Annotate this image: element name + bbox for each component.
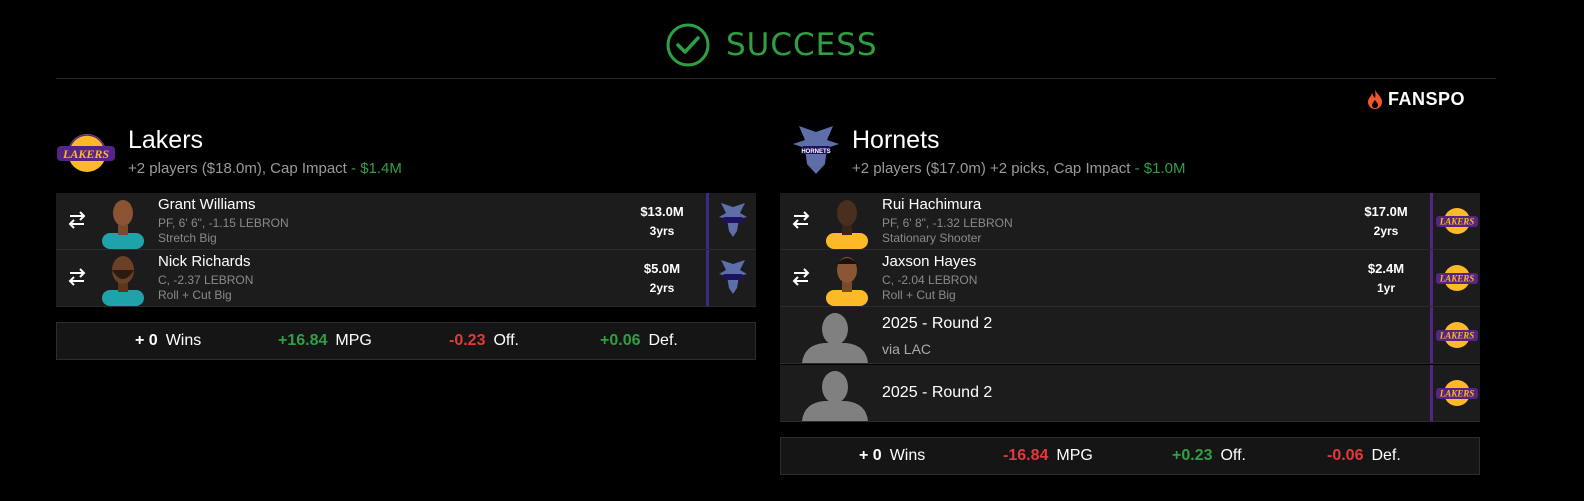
trade-asset-row[interactable]: Jaxson Hayes C, -2.04 LEBRON Roll + Cut …	[780, 250, 1480, 307]
team-summary-hornets: +2 players ($17.0m) +2 picks, Cap Impact…	[852, 160, 1186, 177]
stat-wins: + 0 Wins	[859, 447, 926, 464]
lakers-logo: LAKERS	[57, 134, 115, 172]
fanspo-logo[interactable]: FANSPO	[1366, 88, 1465, 110]
hornets-logo: HORNETS	[793, 126, 839, 174]
player-details: C, -2.37 LEBRON	[158, 273, 254, 287]
contract-years: 3yrs	[649, 224, 675, 238]
svg-text:LAKERS: LAKERS	[1439, 389, 1475, 399]
player-headshot	[826, 200, 868, 249]
contract-years: 2yrs	[1373, 224, 1399, 238]
pick-via: via LAC	[882, 341, 932, 357]
impact-summary: + 0 Wins +16.84 MPG -0.23 Off. +0.06 Def.	[56, 322, 756, 360]
team-name-lakers: Lakers	[128, 126, 204, 154]
player-role: Stretch Big	[158, 231, 217, 245]
cap-impact-lakers: - $1.4M	[351, 160, 402, 177]
impact-summary: + 0 Wins -16.84 MPG +0.23 Off. -0.06 Def.	[780, 437, 1480, 475]
contract-years: 2yrs	[649, 281, 675, 295]
player-role: Roll + Cut Big	[158, 288, 232, 302]
check-circle-icon	[666, 23, 710, 67]
player-role: Stationary Shooter	[882, 231, 982, 245]
trade-asset-row[interactable]: Rui Hachimura PF, 6' 8", -1.32 LEBRON St…	[780, 193, 1480, 250]
player-salary: $17.0M	[1364, 204, 1408, 219]
player-name[interactable]: Jaxson Hayes	[882, 253, 976, 270]
svg-text:LAKERS: LAKERS	[1439, 217, 1475, 227]
player-salary: $2.4M	[1367, 261, 1405, 276]
stat-def: +0.06 Def.	[600, 332, 678, 349]
player-salary: $5.0M	[643, 261, 681, 276]
player-details: C, -2.04 LEBRON	[882, 273, 978, 287]
destination-team[interactable]	[706, 193, 757, 249]
hornets-logo	[719, 203, 747, 237]
stat-mpg: +16.84 MPG	[278, 332, 372, 349]
player-headshot	[102, 256, 144, 306]
flame-icon	[1368, 89, 1382, 109]
trade-asset-row[interactable]: Nick Richards C, -2.37 LEBRON Roll + Cut…	[56, 250, 756, 307]
destination-team[interactable]: LAKERS	[1430, 365, 1481, 421]
player-name[interactable]: Nick Richards	[158, 253, 251, 270]
lakers-logo: LAKERS	[1436, 208, 1478, 234]
hornets-logo	[719, 260, 747, 294]
swap-icon[interactable]	[790, 267, 812, 287]
silhouette-icon	[802, 313, 868, 363]
silhouette-icon	[802, 371, 868, 421]
player-details: PF, 6' 8", -1.32 LEBRON	[882, 216, 1013, 230]
stat-off: -0.23 Off.	[449, 332, 519, 349]
stat-mpg: -16.84 MPG	[1003, 447, 1093, 464]
svg-text:LAKERS: LAKERS	[62, 147, 109, 161]
contract-years: 1yr	[1376, 281, 1396, 295]
pick-name: 2025 - Round 2	[882, 315, 993, 332]
draft-pick-row[interactable]: 2025 - Round 2 LAKERS	[780, 365, 1480, 422]
success-label: SUCCESS	[726, 27, 878, 63]
svg-text:HORNETS: HORNETS	[801, 149, 830, 155]
brand-label: FANSPO	[1388, 88, 1466, 109]
destination-team[interactable]	[706, 250, 757, 306]
team-summary-lakers: +2 players ($18.0m), Cap Impact - $1.4M	[128, 160, 402, 177]
player-headshot	[826, 257, 868, 306]
player-name[interactable]: Rui Hachimura	[882, 196, 981, 213]
draft-pick-row[interactable]: 2025 - Round 2 via LAC LAKERS	[780, 307, 1480, 364]
destination-team[interactable]: LAKERS	[1430, 307, 1481, 363]
lakers-logo: LAKERS	[1436, 322, 1478, 348]
cap-impact-hornets: - $1.0M	[1134, 160, 1186, 177]
header-divider	[56, 78, 1496, 79]
player-details: PF, 6' 6", -1.15 LEBRON	[158, 216, 289, 230]
svg-text:LAKERS: LAKERS	[1439, 274, 1475, 284]
swap-icon[interactable]	[66, 210, 88, 230]
stat-off: +0.23 Off.	[1172, 447, 1246, 464]
stat-def: -0.06 Def.	[1327, 447, 1401, 464]
trade-asset-row[interactable]: Grant Williams PF, 6' 6", -1.15 LEBRON S…	[56, 193, 756, 250]
destination-team[interactable]: LAKERS	[1430, 250, 1481, 306]
stat-wins: + 0 Wins	[135, 332, 202, 349]
player-salary: $13.0M	[640, 204, 684, 219]
lakers-logo: LAKERS	[1436, 265, 1478, 291]
swap-icon[interactable]	[790, 210, 812, 230]
swap-icon[interactable]	[66, 267, 88, 287]
lakers-logo: LAKERS	[1436, 380, 1478, 406]
pick-name: 2025 - Round 2	[882, 384, 993, 401]
team-name-hornets: Hornets	[852, 126, 940, 154]
player-role: Roll + Cut Big	[882, 288, 956, 302]
player-name[interactable]: Grant Williams	[158, 196, 256, 213]
destination-team[interactable]: LAKERS	[1430, 193, 1481, 249]
success-banner: SUCCESS	[666, 23, 878, 67]
svg-text:LAKERS: LAKERS	[1439, 331, 1475, 341]
player-headshot	[102, 200, 144, 249]
